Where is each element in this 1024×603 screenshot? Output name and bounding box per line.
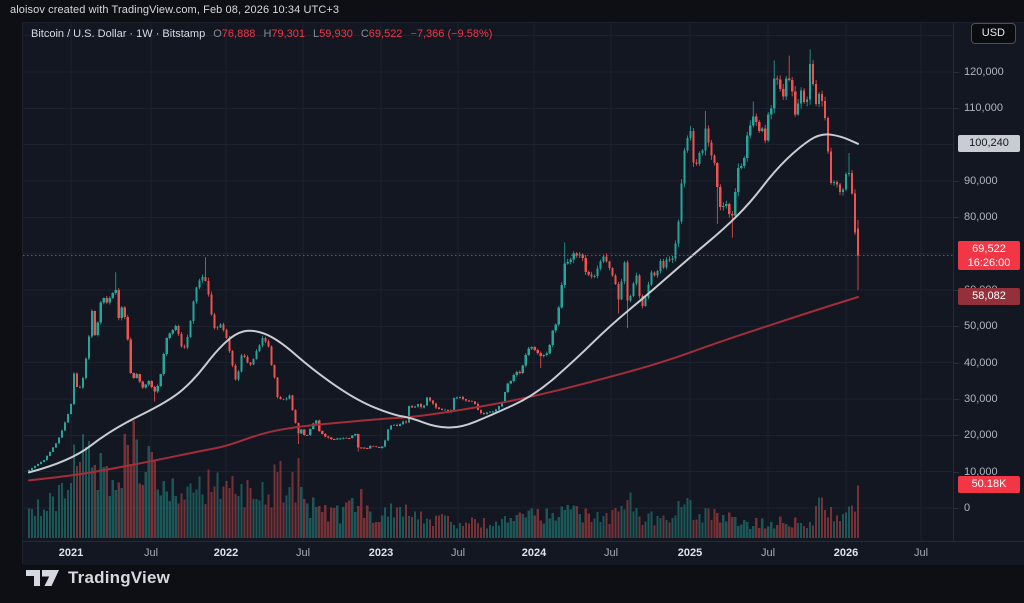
price-chart-svg (23, 23, 953, 541)
price-axis-label: 80,000 (964, 211, 998, 223)
price-axis-label: 120,000 (964, 66, 1004, 78)
price-axis-label: 90,000 (964, 175, 998, 187)
price-axis-tick (954, 217, 959, 218)
ma200-badge: 58,082 (958, 288, 1020, 305)
chart-canvas[interactable] (23, 23, 953, 541)
price-axis[interactable]: 120,000110,00090,00080,00060,00050,00040… (953, 23, 1024, 541)
ohlc-high: H79,301 (263, 28, 305, 40)
price-axis-tick (954, 326, 959, 327)
time-axis-label: Jul (144, 547, 158, 559)
ma50-badge: 100,240 (958, 135, 1020, 152)
price-axis-tick (954, 181, 959, 182)
price-axis-tick (954, 108, 959, 109)
chart-widget: Bitcoin / U.S. Dollar · 1W · Bitstamp O7… (22, 22, 1024, 564)
time-axis-label: Jul (604, 547, 618, 559)
price-axis-label: 40,000 (964, 357, 998, 369)
time-axis-label: 2021 (59, 547, 83, 559)
price-axis-label: 110,000 (964, 102, 1003, 114)
price-axis-tick (954, 508, 959, 509)
ma200-line (29, 297, 858, 480)
tradingview-chart-page: aloisov created with TradingView.com, Fe… (0, 0, 1024, 603)
price-axis-label: 20,000 (964, 429, 998, 441)
price-axis-label: 30,000 (964, 393, 998, 405)
ohlc-open: O76,888 (213, 28, 255, 40)
current-price-badge: 69,52216:26:00 (958, 241, 1020, 270)
volume-badge: 50.18K (958, 476, 1020, 493)
tradingview-icon (26, 567, 60, 588)
change-value: −7,366 (−9.58%) (410, 28, 492, 40)
price-axis-tick (954, 72, 959, 73)
price-axis-label: 50,000 (964, 320, 998, 332)
price-axis-tick (954, 399, 959, 400)
symbol-title[interactable]: Bitcoin / U.S. Dollar · 1W · Bitstamp (31, 28, 205, 40)
time-axis-label: 2025 (678, 547, 702, 559)
time-axis-label: 2026 (834, 547, 858, 559)
time-axis-label: Jul (296, 547, 310, 559)
creator-attribution: aloisov created with TradingView.com, Fe… (10, 4, 339, 16)
price-axis-tick (954, 363, 959, 364)
chart-legend: Bitcoin / U.S. Dollar · 1W · Bitstamp O7… (31, 28, 492, 40)
price-axis-tick (954, 435, 959, 436)
tradingview-logo[interactable]: TradingView (26, 567, 170, 588)
time-axis-label: 2024 (522, 547, 546, 559)
currency-toggle-button[interactable]: USD (971, 23, 1016, 44)
time-axis-label: Jul (914, 547, 928, 559)
ma50-line (29, 134, 858, 472)
price-axis-tick (954, 472, 959, 473)
time-axis[interactable]: 2021 Jul 2022 Jul 2023 Jul 2024 Jul 2025 Jul 2026 J… (23, 541, 1024, 565)
time-axis-label: Jul (451, 547, 465, 559)
ohlc-close: C69,522 (361, 28, 403, 40)
time-axis-label: 2023 (369, 547, 393, 559)
time-axis-label: 2022 (214, 547, 238, 559)
price-axis-label: 0 (964, 502, 970, 514)
tradingview-wordmark: TradingView (68, 568, 170, 588)
time-axis-label: Jul (761, 547, 775, 559)
ohlc-low: L59,930 (313, 28, 353, 40)
